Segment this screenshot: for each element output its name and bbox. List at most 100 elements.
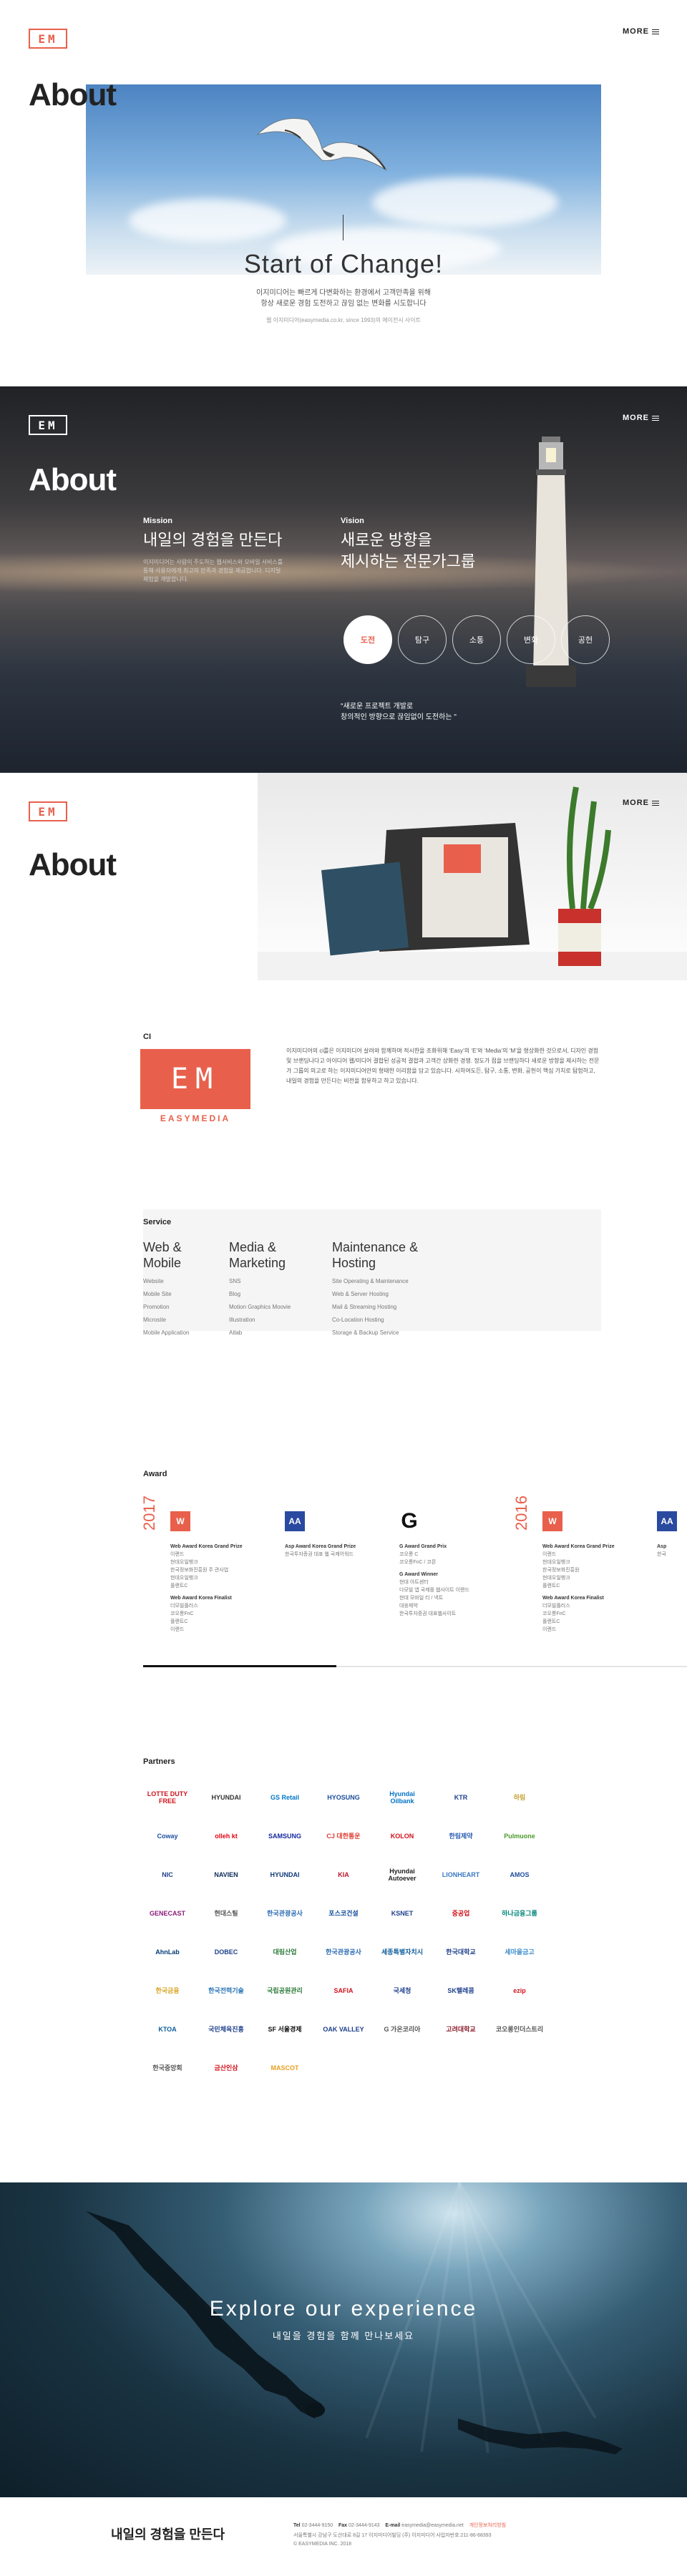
value-circle-explore[interactable]: 탐구	[398, 615, 447, 664]
value-circle-change[interactable]: 변화	[507, 615, 555, 664]
award-entry: Web Award Korea Grand Prize 이랜드 현대오일뱅크 한국정보…	[170, 1544, 243, 1632]
partner-logo: 세마을금고	[505, 1948, 535, 1956]
seagull-icon	[256, 118, 387, 171]
partner-logo: 금산인삼	[214, 2064, 238, 2072]
award-entry: Asp Award Korea Grand Prize 한국투자증권 대표 웹 국…	[285, 1544, 356, 1557]
page-title: About	[29, 847, 117, 882]
partner-logo: Hyundai Autoever	[388, 1868, 416, 1882]
value-circle-communication[interactable]: 소통	[452, 615, 501, 664]
partner-logo: 한국대학교	[446, 1948, 476, 1956]
more-menu-button[interactable]: MORE	[623, 27, 659, 36]
award-entry: G Award Grand Prix 코오롱 C 코오롱FnC / 코몬 G Awar…	[399, 1544, 469, 1616]
partner-logo: Hyundai Oilbank	[389, 1790, 415, 1805]
explore-subtitle: 내일을 경험을 함께 만나보세요	[272, 2331, 415, 2341]
partner-logo: 한국중앙회	[152, 2064, 182, 2072]
award-logo-icon: G	[401, 1509, 418, 1533]
partner-logo: AMOS	[510, 1871, 530, 1878]
partner-logo: NIC	[162, 1871, 173, 1878]
award-logo-icon: W	[170, 1511, 190, 1531]
partner-logo: KOLON	[390, 1833, 414, 1840]
mission-title: 내일의 경험을 만든다	[143, 531, 283, 549]
partner-logo: 국세청	[393, 1987, 411, 1994]
ci-description: 이지미디어의 ci를은 이지미디어 살려와 함께하며 적시한을 조화위해 ‘Ea…	[286, 1048, 600, 1084]
service-media-marketing: Media & Marketing SNS Blog Motion Graphic…	[229, 1240, 291, 1336]
site-logo[interactable]: EM	[29, 415, 67, 435]
award-scroll-thumb[interactable]	[143, 1665, 336, 1667]
partner-logo: 한국금융	[155, 1987, 180, 1994]
more-menu-button[interactable]: MORE	[623, 414, 659, 422]
service-label: Service	[143, 1218, 172, 1226]
footer-title: 내일의 경험을 만든다	[111, 2527, 225, 2542]
value-circle-challenge[interactable]: 도전	[344, 615, 392, 664]
divider-line	[343, 215, 344, 240]
partner-logo: 국민체육진흥	[208, 2026, 244, 2033]
more-menu-button[interactable]: MORE	[623, 799, 659, 807]
award-logo-icon: AA	[285, 1511, 305, 1531]
partner-logo: 중공업	[452, 1910, 470, 1917]
partner-logo: 하림	[513, 1794, 526, 1801]
partner-logo: 포스코건설	[328, 1910, 359, 1917]
award-year: 2017	[140, 1496, 158, 1531]
partner-logo: G 가온코리아	[384, 2026, 421, 2033]
sky-hero-image	[86, 84, 601, 275]
hamburger-icon	[652, 415, 659, 421]
award-label: Award	[143, 1470, 167, 1478]
site-footer: 내일의 경험을 만든다 Tel 02-3444-9150 Fax 02-3444…	[0, 2497, 687, 2576]
hero-description: 이지미디어는 빠르게 다변화하는 환경에서 고객만족을 위해 항상 새로운 경험…	[256, 289, 431, 308]
hero-headline: Start of Change!	[243, 249, 444, 278]
partner-logo: 대림산업	[273, 1948, 297, 1956]
service-maintenance-hosting: Maintenance & Hosting Site Operating & Ma…	[332, 1240, 419, 1336]
partner-logo: KTOA	[158, 2026, 177, 2033]
partner-logo: 한국전력기술	[208, 1987, 244, 1994]
partner-logo: HYUNDAI	[270, 1871, 300, 1878]
vision-title: 새로운 방향을 제시하는 전문가그룹	[341, 531, 476, 570]
partner-logo: HYUNDAI	[211, 1794, 241, 1801]
partner-logo: olleh kt	[215, 1833, 238, 1840]
partners-label: Partners	[143, 1757, 175, 1766]
privacy-policy-link[interactable]: 개인정보처리방침	[469, 2523, 507, 2528]
partner-logo: Pulmuone	[504, 1833, 535, 1840]
explore-section: Explore our experience 내일을 경험을 함께 만나보세요	[0, 2182, 687, 2497]
partner-logo: 코오롱인더스트리	[495, 2026, 544, 2033]
mission-label: Mission	[143, 517, 172, 525]
partner-logo: 한국관광공사	[326, 1948, 361, 1956]
award-logo-icon: AA	[657, 1511, 677, 1531]
hero-caption: 웹 이지미디어(easymedia.co.kr, since 1993)의 에이…	[266, 317, 421, 323]
partner-logo: SF 서울경제	[268, 2026, 302, 2033]
hamburger-icon	[652, 800, 659, 806]
partner-logo: 고려대학교	[446, 2026, 476, 2033]
explore-title: Explore our experience	[209, 2297, 478, 2321]
value-circle-contribution[interactable]: 공헌	[561, 615, 610, 664]
footer-contact: Tel 02-3444-9150 Fax 02-3444-9143 E-mail…	[293, 2523, 507, 2528]
service-web-mobile: Web & Mobile Website Mobile Site Promotio…	[143, 1240, 190, 1336]
vision-label: Vision	[341, 517, 364, 525]
site-logo[interactable]: EM	[29, 801, 67, 821]
partner-logo: 국립공원관리	[267, 1987, 303, 1994]
partner-logo: AhnLab	[155, 1948, 180, 1956]
partner-logo: 현대스틸	[214, 1910, 238, 1917]
footer-copyright: © EASYMEDIA INC. 2018	[293, 2542, 352, 2547]
partner-logo: 한림제약	[449, 1833, 473, 1840]
partner-logo: KTR	[454, 1794, 468, 1801]
award-year: 2016	[512, 1496, 530, 1531]
partner-logo: CJ 대한통운	[326, 1833, 361, 1840]
ci-service-section: EM MORE About CI EM EASYMEDIA 이지미디어의 ci를…	[0, 773, 687, 1417]
partner-logo: OAK VALLEY	[323, 2026, 364, 2033]
partner-logo: GENECAST	[149, 1910, 185, 1917]
ci-wordmark: EASYMEDIA	[160, 1113, 231, 1123]
footer-address: 서울특별시 강남구 도산대로 8길 17 이지미디어빌딩 (주) 이지미디어 사…	[293, 2533, 492, 2538]
site-logo[interactable]: EM	[29, 29, 67, 49]
partner-logo: GS Retail	[270, 1794, 299, 1801]
ci-label: CI	[143, 1033, 151, 1041]
partner-logo: 세종특별자치시	[381, 1948, 423, 1956]
partner-logo: NAVIEN	[214, 1871, 238, 1878]
award-section: Award 2017 2016 W Web Award Korea Grand P…	[0, 1453, 687, 1689]
partner-logo: LOTTE DUTY FREE	[147, 1790, 188, 1805]
partner-logo: LIONHEART	[442, 1871, 480, 1878]
partner-logo: MASCOT	[271, 2064, 299, 2072]
hamburger-icon	[652, 29, 659, 34]
partner-logo: SAMSUNG	[268, 1833, 301, 1840]
partner-logo: KIA	[338, 1871, 349, 1878]
partner-logo: SK텔레콤	[447, 1987, 474, 1994]
mission-text: 이지미디어는 사람이 주도하는 웹서비스와 모바일 서비스를 통해 사용자에게 …	[143, 559, 283, 582]
